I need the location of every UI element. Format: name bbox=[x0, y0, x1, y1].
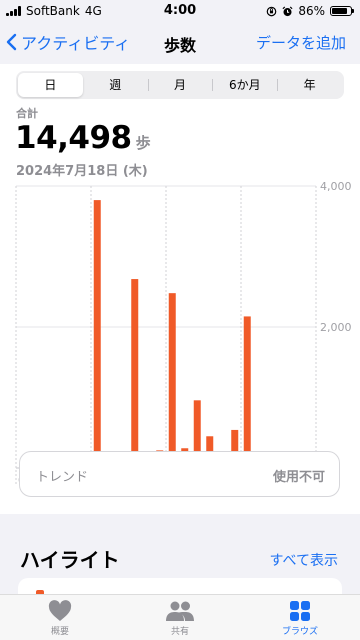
steps-card: 日 週 月 6か月 年 合計 14,498 歩 2024年7月18日 (木) 4,… bbox=[0, 64, 360, 514]
tab-bar: 概要 共有 ブラウズ bbox=[0, 594, 360, 640]
segment-week[interactable]: 週 bbox=[83, 73, 148, 97]
trend-label: トレンド bbox=[36, 470, 89, 485]
y-tick-label: 4,000 bbox=[320, 180, 352, 193]
back-button[interactable]: アクティビティ bbox=[6, 30, 130, 54]
segment-year[interactable]: 年 bbox=[277, 73, 342, 97]
people-icon bbox=[166, 601, 194, 621]
tab-browse-label: ブラウズ bbox=[281, 627, 318, 637]
trend-status: 使用不可 bbox=[272, 470, 325, 485]
see-all-link[interactable]: すべて表示 bbox=[270, 550, 338, 570]
total-steps-unit: 歩 bbox=[135, 134, 151, 152]
status-time: 4:00 bbox=[163, 3, 197, 18]
bar-hour-12[interactable] bbox=[168, 293, 176, 468]
steps-bar-chart[interactable]: 4,0002,0000 0時6時12時18時 bbox=[0, 180, 360, 492]
back-label: アクティビティ bbox=[21, 34, 131, 53]
battery-icon bbox=[330, 6, 354, 16]
time-range-segmented-control: 日 週 月 6か月 年 bbox=[16, 71, 344, 99]
bar-hour-9[interactable] bbox=[131, 279, 139, 468]
tab-summary[interactable]: 概要 bbox=[0, 595, 120, 640]
bar-hour-6[interactable] bbox=[93, 200, 101, 468]
segment-day[interactable]: 日 bbox=[18, 73, 83, 97]
total-steps-value: 14,498 bbox=[15, 120, 132, 156]
trend-card[interactable]: トレンド 使用不可 bbox=[19, 451, 340, 497]
tab-sharing[interactable]: 共有 bbox=[120, 595, 240, 640]
navigation-bar: アクティビティ 歩数 データを追加 bbox=[0, 24, 360, 60]
segment-month[interactable]: 月 bbox=[147, 73, 213, 97]
tab-sharing-label: 共有 bbox=[170, 627, 189, 637]
segment-six-months[interactable]: 6か月 bbox=[212, 73, 277, 97]
tab-browse[interactable]: ブラウズ bbox=[240, 595, 360, 640]
total-label: 合計 bbox=[16, 107, 38, 120]
y-tick-label: 2,000 bbox=[320, 321, 352, 334]
add-data-button[interactable]: データを追加 bbox=[256, 32, 346, 53]
tab-summary-label: 概要 bbox=[50, 627, 69, 637]
bar-hour-18[interactable] bbox=[243, 316, 251, 468]
status-bar: SoftBank 4G 4:00 86% bbox=[0, 0, 360, 22]
page-title: 歩数 bbox=[163, 36, 196, 55]
heart-icon bbox=[48, 600, 72, 621]
selected-date: 2024年7月18日 (木) bbox=[16, 164, 148, 179]
total-steps: 14,498 歩 bbox=[15, 120, 151, 156]
highlights-title: ハイライト bbox=[20, 548, 120, 572]
grid-icon bbox=[290, 601, 310, 621]
chevron-left-icon bbox=[6, 33, 17, 51]
